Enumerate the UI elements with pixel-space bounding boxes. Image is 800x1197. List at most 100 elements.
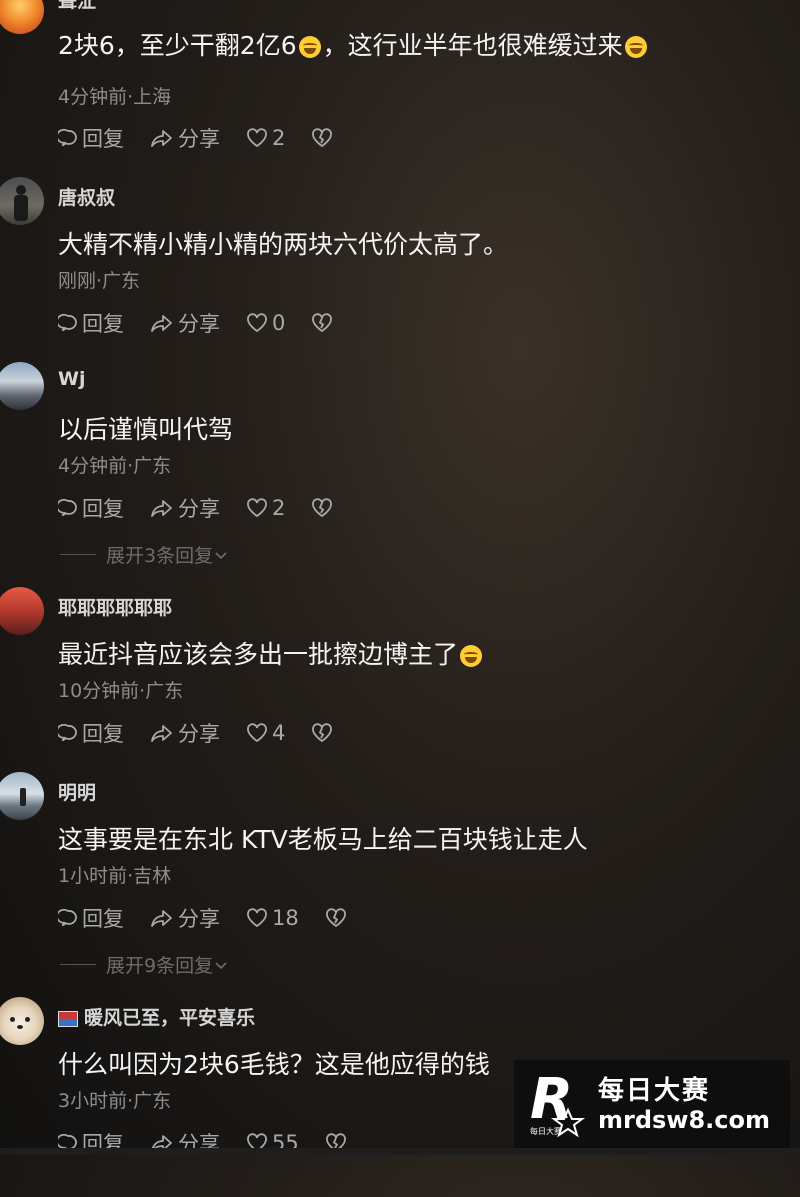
comment-actions: 回复 分享 2 [58, 124, 363, 152]
comment-actions: 回复 分享 18 [58, 904, 377, 932]
reply-button[interactable]: 回复 [58, 123, 124, 153]
like-button[interactable]: 2 [246, 126, 285, 150]
share-arrow-icon [151, 130, 172, 147]
logo-small-text: 每日大赛 [530, 1126, 562, 1136]
share-label: 分享 [178, 312, 220, 336]
like-button[interactable]: 18 [246, 906, 299, 930]
chevron-down-icon [215, 551, 227, 559]
share-button[interactable]: 分享 [150, 903, 220, 933]
comment-text: 大精不精小精小精的两块六代价太高了。 [58, 230, 509, 259]
reply-button[interactable]: 回复 [58, 903, 124, 933]
like-button[interactable]: 2 [246, 496, 285, 520]
like-button[interactable]: 0 [246, 311, 285, 335]
comment-item: 聋沚 2块6，至少干翻2亿6 ，这行业半年也很难缓过来 4分钟前·上海 [0, 0, 800, 186]
share-arrow-icon [151, 910, 172, 927]
comment-text-tail: ，这行业半年也很难缓过来 [322, 31, 623, 60]
comment-meta: 3小时前·广东 [58, 1090, 172, 1112]
comment-username[interactable]: 唐叔叔 [58, 183, 115, 210]
reply-label: 回复 [82, 127, 124, 151]
user-avatar[interactable] [0, 0, 44, 34]
expand-replies-label: 展开3条回复 [106, 545, 214, 567]
user-avatar[interactable] [0, 177, 44, 225]
like-count: 2 [272, 496, 286, 520]
share-label: 分享 [178, 497, 220, 521]
comment-item: 唐叔叔 大精不精小精小精的两块六代价太高了。 刚刚·广东 [0, 177, 800, 377]
comment-meta: 4分钟前·广东 [58, 455, 172, 477]
reply-button[interactable]: 回复 [58, 718, 124, 748]
divider-line [60, 554, 96, 555]
laugh-cry-emoji-icon [624, 36, 647, 58]
share-arrow-icon [151, 500, 172, 517]
comment-username[interactable]: 耶耶耶耶耶耶 [58, 593, 172, 620]
share-arrow-icon [151, 725, 172, 742]
comment-text: 什么叫因为2块6毛钱？这是他应得的钱 [58, 1050, 490, 1079]
like-button[interactable]: 4 [246, 721, 285, 745]
user-avatar[interactable] [0, 362, 44, 410]
share-button[interactable]: 分享 [150, 718, 220, 748]
comment-text-main: 最近抖音应该会多出一批擦边博主了 [58, 640, 459, 669]
dislike-button[interactable] [311, 723, 337, 743]
comment-username[interactable]: 聋沚 [58, 0, 96, 13]
comment-username[interactable]: Wj [58, 368, 85, 390]
like-count: 2 [272, 126, 286, 150]
share-button[interactable]: 分享 [150, 123, 220, 153]
comment-text: 最近抖音应该会多出一批擦边博主了 [58, 635, 484, 671]
comment-bubble-icon [58, 908, 77, 927]
share-arrow-icon [151, 315, 172, 332]
dislike-button[interactable] [325, 908, 351, 928]
share-button[interactable]: 分享 [150, 493, 220, 523]
reply-label: 回复 [82, 907, 124, 931]
comment-bubble-icon [58, 128, 77, 147]
heart-icon [247, 128, 267, 148]
comment-meta: 4分钟前·上海 [58, 86, 172, 108]
comment-actions: 回复 分享 4 [58, 719, 363, 747]
expand-replies-button[interactable]: 展开3条回复 [60, 541, 229, 568]
reply-button[interactable]: 回复 [58, 308, 124, 338]
comment-item: Wj 以后谨慎叫代驾 4分钟前·广东 [0, 362, 800, 562]
dislike-button[interactable] [311, 128, 337, 148]
expand-replies-label: 展开9条回复 [106, 955, 214, 977]
comment-meta: 1小时前·吉林 [58, 865, 172, 887]
share-button[interactable]: 分享 [150, 308, 220, 338]
user-avatar[interactable] [0, 772, 44, 820]
user-avatar[interactable] [0, 587, 44, 635]
comment-item: 明明 这事要是在东北 KTV老板马上给二百块钱让走人 1小时前·吉林 [0, 772, 800, 972]
dislike-button[interactable] [311, 313, 337, 333]
heart-icon [247, 498, 267, 518]
flag-icon [58, 1010, 78, 1027]
dislike-button[interactable] [311, 498, 337, 518]
comment-item: 耶耶耶耶耶耶 最近抖音应该会多出一批擦边博主了 10分钟前·广东 [0, 587, 800, 787]
watermark-badge: R 每日大赛 每日大赛 mrdsw8.com [514, 1060, 790, 1148]
user-avatar[interactable] [0, 997, 44, 1045]
chevron-down-icon [215, 961, 227, 969]
laugh-cry-emoji-icon [460, 645, 483, 667]
broken-heart-icon [312, 498, 333, 518]
comment-username[interactable]: 暖风已至，平安喜乐 [58, 1003, 255, 1030]
comment-text-main: 2块6，至少干翻2亿6 [58, 31, 297, 60]
laugh-cry-emoji-icon [298, 36, 321, 58]
divider-line [60, 964, 96, 965]
logo-icon: R 每日大赛 [530, 1068, 585, 1138]
reply-label: 回复 [82, 497, 124, 521]
comment-text: 这事要是在东北 KTV老板马上给二百块钱让走人 [58, 825, 588, 854]
expand-replies-button[interactable]: 展开9条回复 [60, 951, 229, 978]
comment-bubble-icon [58, 498, 77, 517]
comment-bubble-icon [58, 723, 77, 742]
comment-actions: 回复 分享 0 [58, 309, 363, 337]
share-label: 分享 [178, 722, 220, 746]
reply-label: 回复 [82, 312, 124, 336]
comment-text: 以后谨慎叫代驾 [58, 415, 234, 444]
comment-meta: 10分钟前·广东 [58, 680, 184, 702]
broken-heart-icon [312, 128, 333, 148]
username-label: 暖风已至，平安喜乐 [84, 1007, 256, 1029]
reply-button[interactable]: 回复 [58, 493, 124, 523]
heart-icon [247, 313, 267, 333]
watermark-title: 每日大赛 [598, 1076, 711, 1106]
logo-letter: R [530, 1068, 573, 1132]
watermark-url: mrdsw8.com [598, 1106, 771, 1134]
like-count: 18 [272, 906, 299, 930]
comment-username[interactable]: 明明 [58, 778, 96, 805]
broken-heart-icon [312, 723, 333, 743]
broken-heart-icon [312, 313, 333, 333]
heart-icon [247, 723, 267, 743]
